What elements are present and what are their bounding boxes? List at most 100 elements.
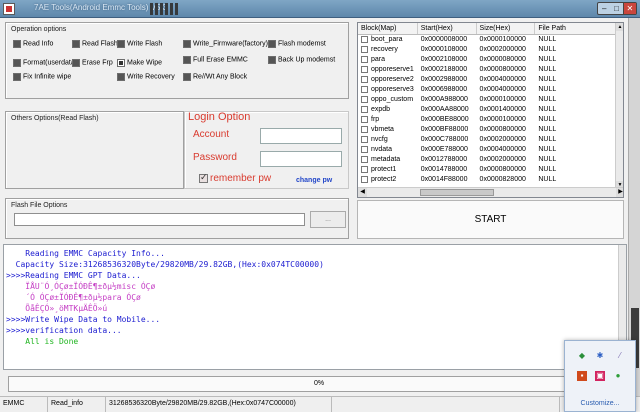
full-erase-emmc-option[interactable]: Full Erase EMMC <box>183 56 248 66</box>
table-row[interactable]: frp 0x000BE88000 0x0000100000 NULL <box>358 115 617 125</box>
bluetooth-icon[interactable]: ✱ <box>595 351 605 361</box>
table-cell-start: 0x0000108000 <box>418 45 477 55</box>
network-icon[interactable]: ◆ <box>577 351 587 361</box>
cell-text: NULL <box>538 76 557 83</box>
app-tray-icon[interactable]: ▣ <box>595 371 605 381</box>
table-row[interactable]: protect2 0x0014F88000 0x0000828000 NULL <box>358 175 617 185</box>
checkbox[interactable] <box>183 40 191 48</box>
checkbox[interactable] <box>13 59 21 67</box>
column-header[interactable]: Start(Hex) <box>418 23 477 34</box>
row-checkbox[interactable] <box>361 165 368 173</box>
minimize-button[interactable]: – <box>598 3 610 14</box>
row-checkbox[interactable] <box>361 85 368 93</box>
table-cell-block: opporeserve2 <box>358 75 418 85</box>
erase-frp-option[interactable]: Erase Frp <box>72 59 113 69</box>
others-options-group: Others Options(Read Flash) <box>5 111 184 189</box>
scroll-thumb[interactable] <box>420 189 494 196</box>
flash-modemst-option[interactable]: Flash modemst <box>268 40 326 50</box>
checkbox[interactable] <box>72 40 80 48</box>
row-checkbox[interactable] <box>361 65 368 73</box>
row-checkbox[interactable] <box>361 75 368 83</box>
table-cell-size: 0x0000100000 <box>477 35 536 45</box>
checkbox[interactable] <box>268 40 276 48</box>
close-button[interactable]: ✕ <box>622 3 636 14</box>
table-row[interactable]: recovery 0x0000108000 0x0002000000 NULL <box>358 45 617 55</box>
row-checkbox[interactable] <box>361 135 368 143</box>
checkbox[interactable] <box>13 40 21 48</box>
table-cell-path: NULL <box>535 85 617 95</box>
write-flash-option[interactable]: Write Flash <box>117 40 162 50</box>
table-cell-size: 0x0002000000 <box>477 155 536 165</box>
table-row[interactable]: metadata 0x0012788000 0x0002000000 NULL <box>358 155 617 165</box>
table-row[interactable]: opporeserve1 0x0002188000 0x0000800000 NULL <box>358 65 617 75</box>
column-header[interactable]: File Path <box>535 23 617 34</box>
scroll-right-icon[interactable]: ▶ <box>616 188 623 197</box>
table-vertical-scrollbar[interactable]: ▲ ▼ <box>615 23 623 189</box>
row-checkbox[interactable] <box>361 35 368 43</box>
checkbox[interactable] <box>117 73 125 81</box>
scroll-up-icon[interactable]: ▲ <box>616 23 623 31</box>
checkbox[interactable] <box>117 40 125 48</box>
table-row[interactable]: opporeserve2 0x0002988000 0x0004000000 NULL <box>358 75 617 85</box>
checkbox[interactable] <box>183 56 191 64</box>
format-userdata-option[interactable]: Format(userdata) <box>13 59 77 69</box>
customize-link[interactable]: Customize... <box>565 400 635 407</box>
scroll-left-icon[interactable]: ◀ <box>358 188 367 197</box>
table-row[interactable]: boot_para 0x0000008000 0x0000100000 NULL <box>358 35 617 45</box>
security-icon[interactable]: ● <box>613 371 623 381</box>
fix-infinite-wipe-option[interactable]: Fix Infinite wipe <box>13 73 71 83</box>
checkbox-checked[interactable] <box>199 172 208 183</box>
read-info-option[interactable]: Read Info <box>13 40 53 50</box>
rewrite-any-block-option[interactable]: Re//Wt Any Block <box>183 73 247 83</box>
row-checkbox[interactable] <box>361 145 368 153</box>
checkbox[interactable] <box>268 56 276 64</box>
row-checkbox[interactable] <box>361 175 368 183</box>
backup-modemst-option[interactable]: Back Up modemst <box>268 56 335 66</box>
start-button[interactable]: START <box>357 200 624 239</box>
table-row[interactable]: oppo_custom 0x000A988000 0x0000100000 NULL <box>358 95 617 105</box>
remember-password-checkbox[interactable]: remember pw <box>199 172 271 184</box>
table-cell-block: protect1 <box>358 165 418 175</box>
checkbox[interactable] <box>183 73 191 81</box>
maximize-button[interactable]: □ <box>610 3 622 14</box>
table-row[interactable]: protect1 0x0014788000 0x0000800000 NULL <box>358 165 617 175</box>
write-recovery-option[interactable]: Write Recovery <box>117 73 175 83</box>
password-input[interactable] <box>260 151 342 167</box>
table-horizontal-scrollbar[interactable]: ◀ ▶ <box>358 187 623 197</box>
table-cell-block: frp <box>358 115 418 125</box>
row-checkbox[interactable] <box>361 125 368 133</box>
table-row[interactable]: opporeserve3 0x0006988000 0x0004000000 NULL <box>358 85 617 95</box>
checkbox[interactable] <box>72 59 80 67</box>
row-checkbox[interactable] <box>361 95 368 103</box>
cell-text: 0x000E788000 <box>420 146 468 153</box>
column-header[interactable]: Size(Hex) <box>477 23 536 34</box>
row-checkbox[interactable] <box>361 55 368 63</box>
row-checkbox[interactable] <box>361 155 368 163</box>
change-password-link[interactable]: change pw <box>296 177 332 184</box>
row-checkbox[interactable] <box>361 105 368 113</box>
office-icon[interactable]: ▪ <box>577 371 587 381</box>
cell-text: para <box>371 56 386 63</box>
row-checkbox[interactable] <box>361 115 368 123</box>
row-checkbox[interactable] <box>361 45 368 53</box>
table-row[interactable]: expdb 0x000AA88000 0x0001400000 NULL <box>358 105 617 115</box>
table-row[interactable]: nvdata 0x000E788000 0x0004000000 NULL <box>358 145 617 155</box>
table-cell-block: boot_para <box>358 35 418 45</box>
pen-icon[interactable]: ⁄ <box>613 351 627 361</box>
browse-button[interactable]: ... <box>310 211 346 228</box>
checkbox[interactable] <box>13 73 21 81</box>
table-row[interactable]: nvcfg 0x000C788000 0x0002000000 NULL <box>358 135 617 145</box>
table-cell-start: 0x0002988000 <box>418 75 477 85</box>
table-row[interactable]: para 0x0002108000 0x0000080000 NULL <box>358 55 617 65</box>
checkbox-checked[interactable] <box>117 59 125 67</box>
flash-file-path-input[interactable] <box>14 213 305 226</box>
table-body: boot_para 0x0000008000 0x0000100000 NULL rec… <box>358 35 617 187</box>
make-wipe-option[interactable]: Make Wipe <box>117 59 162 69</box>
read-flash-option[interactable]: Read Flash <box>72 40 118 50</box>
table-row[interactable]: vbmeta 0x000BF88000 0x0000800000 NULL <box>358 125 617 135</box>
log-line: All is Done <box>6 337 79 346</box>
account-input[interactable] <box>260 128 342 144</box>
column-header[interactable]: Block(Map) <box>358 23 418 34</box>
table-cell-start: 0x000AA88000 <box>418 105 477 115</box>
write-firmware-option[interactable]: Write_Firmware(factory) <box>183 40 268 50</box>
